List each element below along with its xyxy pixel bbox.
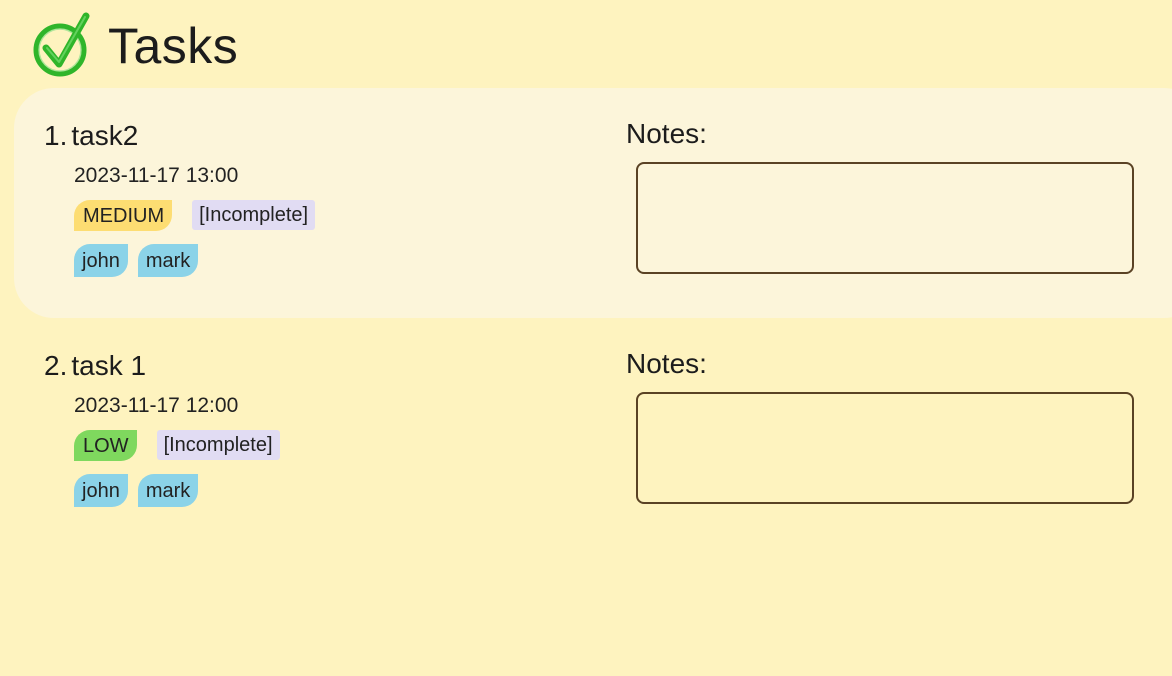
task-card[interactable]: 1. task2 2023-11-17 13:00 MEDIUM [Incomp… (14, 88, 1172, 318)
tag: john (74, 474, 128, 507)
tag: mark (137, 244, 199, 277)
task-title: 1. task2 (44, 120, 604, 160)
task-badges: MEDIUM [Incomplete] (74, 198, 604, 232)
tag: mark (137, 474, 199, 507)
status-badge: [Incomplete] (192, 200, 316, 230)
priority-badge: MEDIUM (74, 199, 173, 231)
task-name: task2 (71, 120, 139, 151)
task-title: 2. task 1 (44, 350, 604, 390)
task-card[interactable]: 2. task 1 2023-11-17 12:00 LOW [Incomple… (14, 318, 1172, 548)
task-details: 2. task 1 2023-11-17 12:00 LOW [Incomple… (44, 350, 604, 507)
task-datetime: 2023-11-17 13:00 (74, 164, 239, 187)
notes-field[interactable] (636, 392, 1134, 504)
tag: john (74, 244, 128, 277)
tag-list: john mark (74, 474, 604, 507)
task-index: 1. (44, 120, 68, 151)
notes-label: Notes: (626, 348, 707, 379)
task-index: 2. (44, 350, 68, 381)
notes-label: Notes: (626, 118, 707, 149)
status-badge: [Incomplete] (156, 430, 280, 460)
task-name: task 1 (71, 350, 147, 381)
task-details: 1. task2 2023-11-17 13:00 MEDIUM [Incomp… (44, 120, 604, 277)
checkmark-icon (33, 12, 90, 77)
task-badges: LOW [Incomplete] (74, 428, 604, 462)
page-title: Tasks (108, 18, 239, 74)
page-header: Tasks (32, 10, 238, 82)
tag-list: john mark (74, 244, 604, 277)
task-datetime: 2023-11-17 12:00 (74, 394, 239, 417)
priority-badge: LOW (74, 429, 137, 461)
notes-field[interactable] (636, 162, 1134, 274)
